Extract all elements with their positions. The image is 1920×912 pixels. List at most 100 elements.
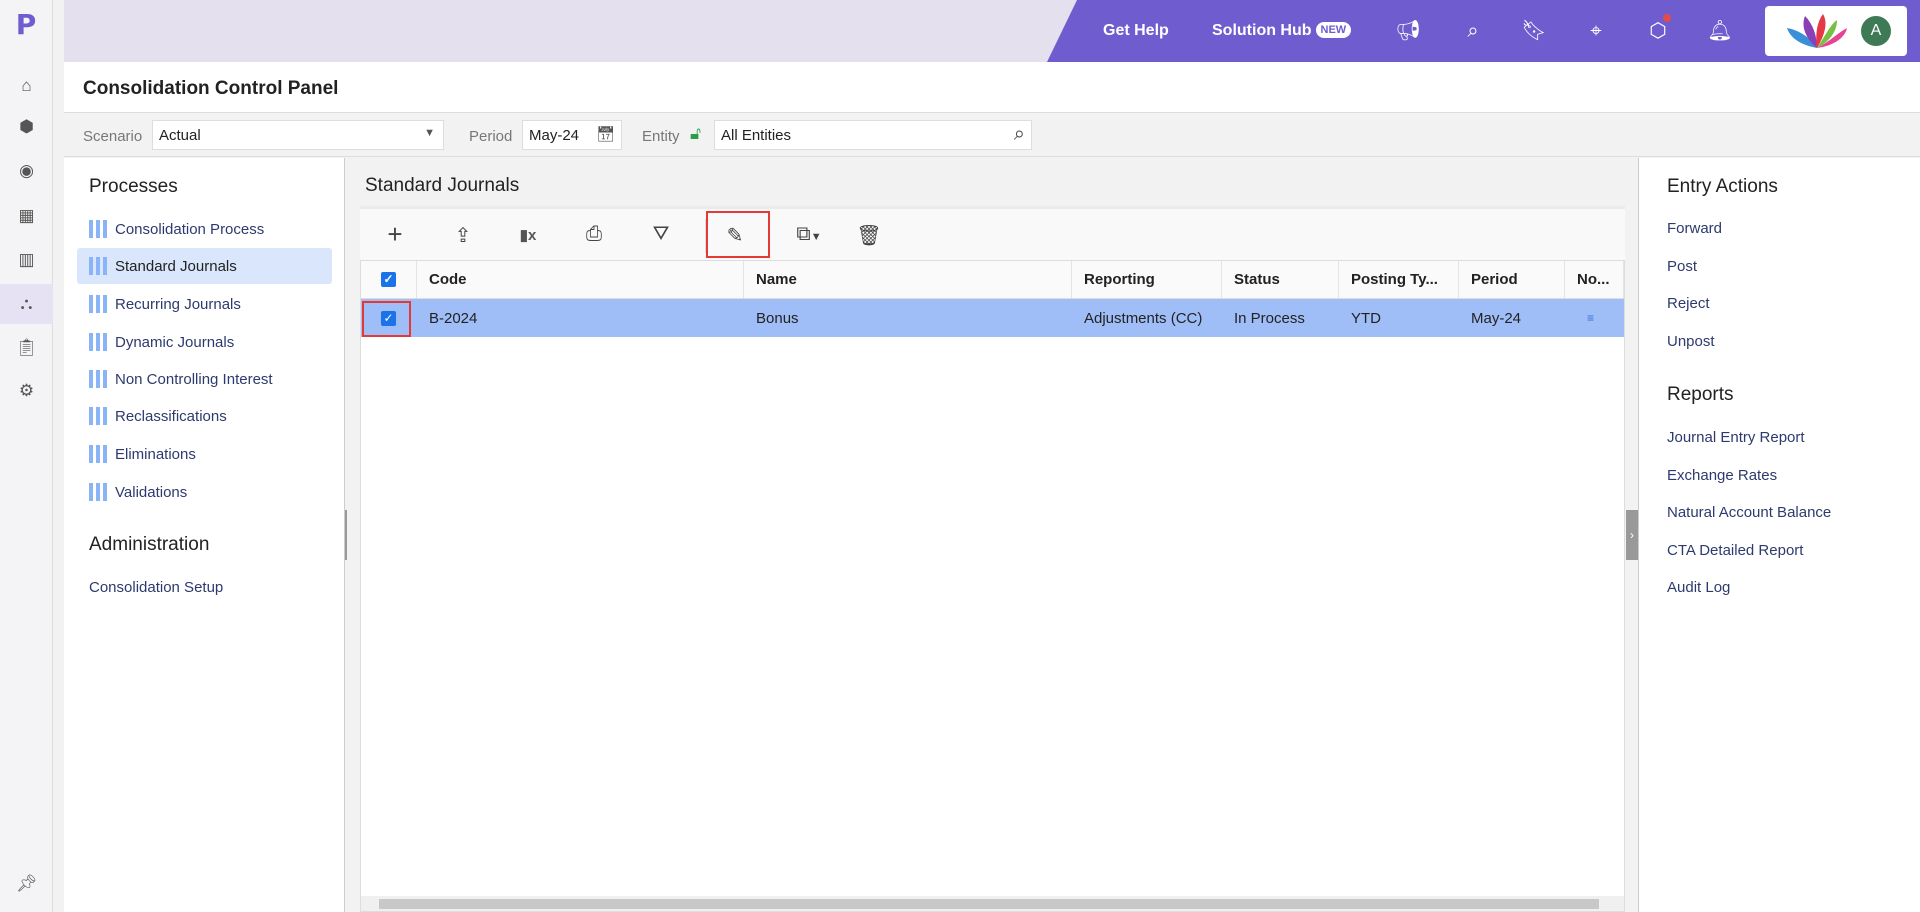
- crosshair-icon[interactable]: ⌖: [1581, 16, 1611, 46]
- natural-account-balance-link[interactable]: Natural Account Balance: [1667, 504, 1831, 521]
- upload-icon[interactable]: ⇪: [448, 223, 478, 249]
- process-standard-journals[interactable]: Standard Journals: [77, 248, 332, 284]
- package-icon[interactable]: ⬡: [1643, 14, 1673, 46]
- entry-actions-heading: Entry Actions: [1667, 176, 1778, 197]
- process-label: Eliminations: [115, 445, 196, 463]
- period-label: Period: [469, 128, 513, 145]
- process-icon: [89, 445, 109, 463]
- gear-icon[interactable]: ⚙: [0, 371, 53, 411]
- column-status[interactable]: Status: [1222, 261, 1339, 298]
- process-label: Reclassifications: [115, 407, 227, 425]
- column-notes[interactable]: No...: [1565, 261, 1624, 298]
- pin-icon[interactable]: 📌︎: [0, 864, 53, 904]
- page-title: Consolidation Control Panel: [83, 78, 339, 99]
- get-help-link[interactable]: Get Help: [1103, 22, 1169, 40]
- column-reporting[interactable]: Reporting: [1072, 261, 1222, 298]
- column-name[interactable]: Name: [744, 261, 1072, 298]
- process-icon: [89, 220, 109, 238]
- clipboard-icon[interactable]: 📋︎: [0, 328, 53, 368]
- reject-link[interactable]: Reject: [1667, 295, 1710, 312]
- forward-link[interactable]: Forward: [1667, 220, 1722, 237]
- hierarchy-icon[interactable]: ⛬: [0, 284, 53, 324]
- scenario-label: Scenario: [83, 128, 143, 145]
- scrollbar-thumb[interactable]: [379, 899, 1599, 909]
- journals-panel: Standard Journals + ⇪ ▮x ⎙ ⛛ ✎ ⧉▼ 🗑︎ ✓ C…: [347, 158, 1637, 912]
- process-icon: [89, 483, 109, 501]
- journal-toolbar: + ⇪ ▮x ⎙ ⛛ ✎ ⧉▼ 🗑︎: [360, 206, 1625, 260]
- unpost-link[interactable]: Unpost: [1667, 333, 1715, 350]
- exchange-rates-link[interactable]: Exchange Rates: [1667, 467, 1777, 484]
- process-reclassifications[interactable]: Reclassifications: [77, 398, 332, 434]
- cube-icon[interactable]: ⬢: [0, 107, 53, 147]
- process-dynamic-journals[interactable]: Dynamic Journals: [77, 324, 332, 360]
- post-link[interactable]: Post: [1667, 258, 1697, 275]
- process-non-controlling-interest[interactable]: Non Controlling Interest: [77, 361, 332, 397]
- calendar-icon[interactable]: 📅︎: [596, 125, 615, 143]
- excel-icon[interactable]: ▮x: [513, 226, 543, 252]
- journals-table: ✓ Code Name Reporting Status Posting Ty.…: [360, 260, 1625, 912]
- consolidation-setup-link[interactable]: Consolidation Setup: [89, 579, 223, 596]
- bell-icon[interactable]: 🔔︎: [1705, 16, 1735, 46]
- copy-icon[interactable]: ⧉▼: [787, 223, 831, 249]
- home-icon[interactable]: ⌂: [0, 66, 53, 106]
- entity-input[interactable]: All Entities ⌕: [714, 120, 1032, 150]
- bookmark-icon[interactable]: 🔖︎: [1519, 16, 1549, 46]
- cell-code: B-2024: [429, 309, 478, 327]
- select-all-checkbox[interactable]: ✓: [361, 261, 417, 298]
- cell-period: May-24: [1471, 309, 1522, 327]
- search-icon[interactable]: ⌕: [1014, 123, 1025, 146]
- column-code[interactable]: Code: [417, 261, 744, 298]
- column-period[interactable]: Period: [1459, 261, 1565, 298]
- process-label: Recurring Journals: [115, 295, 241, 313]
- app-logo[interactable]: P: [10, 8, 42, 41]
- brand-box: A: [1765, 6, 1907, 56]
- process-label: Dynamic Journals: [115, 333, 235, 351]
- process-icon: [89, 333, 109, 351]
- cell-posting-type: YTD: [1351, 309, 1381, 327]
- process-recurring-journals[interactable]: Recurring Journals: [77, 286, 332, 322]
- scenario-select[interactable]: Actual ▼: [152, 120, 444, 150]
- processes-heading: Processes: [89, 176, 178, 197]
- process-consolidation-process[interactable]: Consolidation Process: [77, 211, 332, 247]
- audit-log-link[interactable]: Audit Log: [1667, 579, 1730, 596]
- print-icon[interactable]: ⎙: [579, 223, 609, 249]
- search-icon[interactable]: ⌕: [1458, 16, 1488, 46]
- table-row[interactable]: ✓ B-2024 Bonus Adjustments (CC) In Proce…: [361, 299, 1624, 337]
- report-icon[interactable]: ▥: [0, 240, 53, 280]
- delete-icon[interactable]: 🗑︎: [854, 223, 884, 249]
- new-badge: NEW: [1315, 22, 1352, 38]
- horizontal-scrollbar[interactable]: [361, 896, 1624, 911]
- column-posting-type[interactable]: Posting Ty...: [1339, 261, 1459, 298]
- process-label: Consolidation Process: [115, 220, 265, 238]
- filter-icon[interactable]: ⛛: [646, 223, 676, 249]
- collapse-right-handle[interactable]: ›: [1626, 510, 1638, 560]
- solution-hub-link[interactable]: Solution Hub NEW: [1212, 22, 1352, 40]
- entity-label: Entity: [642, 128, 680, 145]
- process-icon: [89, 370, 109, 388]
- entity-value: All Entities: [721, 127, 792, 144]
- administration-heading: Administration: [89, 534, 210, 555]
- panel-title: Standard Journals: [365, 175, 520, 196]
- period-picker[interactable]: May-24 📅︎: [522, 120, 622, 150]
- filter-bar: Scenario Actual ▼ Period May-24 📅︎ Entity …: [64, 113, 1920, 157]
- process-validations[interactable]: Validations: [77, 474, 332, 510]
- announcement-icon[interactable]: 📢︎: [1393, 16, 1423, 46]
- note-icon[interactable]: ≡: [1565, 299, 1624, 337]
- highlight-edit: [706, 211, 770, 258]
- cta-detailed-report-link[interactable]: CTA Detailed Report: [1667, 542, 1803, 559]
- cell-status: In Process: [1234, 309, 1305, 327]
- process-label: Validations: [115, 483, 188, 501]
- process-icon: [89, 407, 109, 425]
- unlock-icon[interactable]: 🔓︎: [690, 124, 701, 144]
- target-icon[interactable]: ◉: [0, 151, 53, 191]
- reports-heading: Reports: [1667, 384, 1734, 405]
- cell-name: Bonus: [756, 309, 799, 327]
- process-eliminations[interactable]: Eliminations: [77, 436, 332, 472]
- add-icon[interactable]: +: [380, 219, 410, 249]
- grid-icon[interactable]: ▦: [0, 196, 53, 236]
- avatar[interactable]: A: [1861, 16, 1891, 46]
- process-label: Non Controlling Interest: [115, 370, 273, 388]
- process-icon: [89, 295, 109, 313]
- journal-entry-report-link[interactable]: Journal Entry Report: [1667, 429, 1805, 446]
- nav-rail: P ⌂ ⬢ ◉ ▦ ▥ ⛬ 📋︎ ⚙ 📌︎: [0, 0, 53, 912]
